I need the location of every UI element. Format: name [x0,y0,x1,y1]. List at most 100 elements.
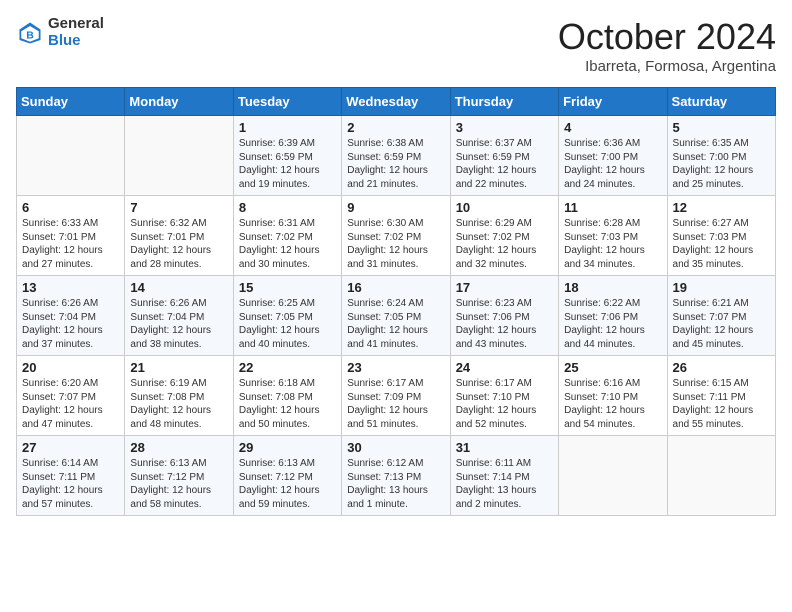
day-number: 31 [456,440,553,455]
month-title: October 2024 [558,16,776,58]
calendar-cell: 24 Sunrise: 6:17 AM Sunset: 7:10 PM Dayli… [450,356,558,436]
weekday-header-wednesday: Wednesday [342,88,450,116]
calendar-cell: 3 Sunrise: 6:37 AM Sunset: 6:59 PM Daylig… [450,116,558,196]
calendar-cell: 5Sunrise: 6:35 AM Sunset: 7:00 PM Daylig… [667,116,775,196]
day-info: Sunrise: 6:23 AM Sunset: 7:06 PM Dayligh… [456,297,553,351]
page-header: B General Blue October 2024 Ibarreta, Fo… [16,16,776,75]
calendar-cell: 15 Sunrise: 6:25 AM Sunset: 7:05 PM Dayli… [233,276,341,356]
calendar-cell: 11 Sunrise: 6:28 AM Sunset: 7:03 PM Dayli… [559,196,667,276]
calendar-cell: 18 Sunrise: 6:22 AM Sunset: 7:06 PM Dayli… [559,276,667,356]
weekday-header-sunday: Sunday [17,88,125,116]
calendar-cell: 16 Sunrise: 6:24 AM Sunset: 7:05 PM Dayli… [342,276,450,356]
day-number: 4 [564,120,661,135]
day-info: Sunrise: 6:25 AM Sunset: 7:05 PM Dayligh… [239,297,336,351]
calendar-cell: 22Sunrise: 6:18 AM Sunset: 7:08 PM Dayli… [233,356,341,436]
day-number: 6 [22,200,119,215]
day-number: 25 [564,360,661,375]
day-info: Sunrise: 6:13 AM Sunset: 7:12 PM Dayligh… [239,457,336,511]
calendar-cell: 25 Sunrise: 6:16 AM Sunset: 7:10 PM Dayli… [559,356,667,436]
calendar-cell: 12 Sunrise: 6:27 AM Sunset: 7:03 PM Dayli… [667,196,775,276]
day-number: 9 [347,200,444,215]
day-number: 2 [347,120,444,135]
day-number: 16 [347,280,444,295]
calendar-cell: 28 Sunrise: 6:13 AM Sunset: 7:12 PM Dayli… [125,436,233,516]
calendar-cell: 29 Sunrise: 6:13 AM Sunset: 7:12 PM Dayli… [233,436,341,516]
day-info: Sunrise: 6:11 AM Sunset: 7:14 PM Dayligh… [456,457,553,511]
calendar-cell: 14 Sunrise: 6:26 AM Sunset: 7:04 PM Dayli… [125,276,233,356]
day-number: 23 [347,360,444,375]
calendar-cell: 10Sunrise: 6:29 AM Sunset: 7:02 PM Dayli… [450,196,558,276]
day-info: Sunrise: 6:21 AM Sunset: 7:07 PM Dayligh… [673,297,770,351]
day-info: Sunrise: 6:17 AM Sunset: 7:10 PM Dayligh… [456,377,553,431]
day-info: Sunrise: 6:24 AM Sunset: 7:05 PM Dayligh… [347,297,444,351]
calendar-cell: 31 Sunrise: 6:11 AM Sunset: 7:14 PM Dayli… [450,436,558,516]
day-info: Sunrise: 6:15 AM Sunset: 7:11 PM Dayligh… [673,377,770,431]
calendar-cell: 6 Sunrise: 6:33 AM Sunset: 7:01 PM Daylig… [17,196,125,276]
weekday-header-saturday: Saturday [667,88,775,116]
day-number: 1 [239,120,336,135]
logo-blue: Blue [48,32,81,49]
day-number: 22 [239,360,336,375]
day-number: 27 [22,440,119,455]
day-info: Sunrise: 6:32 AM Sunset: 7:01 PM Dayligh… [130,217,227,271]
day-number: 28 [130,440,227,455]
day-info: Sunrise: 6:13 AM Sunset: 7:12 PM Dayligh… [130,457,227,511]
day-info: Sunrise: 6:14 AM Sunset: 7:11 PM Dayligh… [22,457,119,511]
calendar-cell: 19 Sunrise: 6:21 AM Sunset: 7:07 PM Dayli… [667,276,775,356]
day-number: 19 [673,280,770,295]
calendar-cell [559,436,667,516]
weekday-header-friday: Friday [559,88,667,116]
day-info: Sunrise: 6:17 AM Sunset: 7:09 PM Dayligh… [347,377,444,431]
day-info: Sunrise: 6:37 AM Sunset: 6:59 PM Dayligh… [456,137,553,191]
day-info: Sunrise: 6:26 AM Sunset: 7:04 PM Dayligh… [22,297,119,351]
day-number: 29 [239,440,336,455]
day-number: 20 [22,360,119,375]
logo-general: General [48,15,104,32]
day-number: 13 [22,280,119,295]
day-info: Sunrise: 6:16 AM Sunset: 7:10 PM Dayligh… [564,377,661,431]
day-info: Sunrise: 6:26 AM Sunset: 7:04 PM Dayligh… [130,297,227,351]
calendar-cell: 26Sunrise: 6:15 AM Sunset: 7:11 PM Dayli… [667,356,775,436]
weekday-header-thursday: Thursday [450,88,558,116]
calendar-cell: 20 Sunrise: 6:20 AM Sunset: 7:07 PM Dayli… [17,356,125,436]
day-number: 8 [239,200,336,215]
day-number: 21 [130,360,227,375]
day-info: Sunrise: 6:20 AM Sunset: 7:07 PM Dayligh… [22,377,119,431]
day-number: 14 [130,280,227,295]
title-block: October 2024 Ibarreta, Formosa, Argentin… [558,16,776,75]
day-number: 30 [347,440,444,455]
calendar-table: SundayMondayTuesdayWednesdayThursdayFrid… [16,87,776,516]
day-info: Sunrise: 6:39 AM Sunset: 6:59 PM Dayligh… [239,137,336,191]
day-number: 7 [130,200,227,215]
day-info: Sunrise: 6:31 AM Sunset: 7:02 PM Dayligh… [239,217,336,271]
day-info: Sunrise: 6:12 AM Sunset: 7:13 PM Dayligh… [347,457,444,511]
calendar-cell: 21 Sunrise: 6:19 AM Sunset: 7:08 PM Dayli… [125,356,233,436]
calendar-cell: 7 Sunrise: 6:32 AM Sunset: 7:01 PM Daylig… [125,196,233,276]
day-info: Sunrise: 6:30 AM Sunset: 7:02 PM Dayligh… [347,217,444,271]
weekday-header-tuesday: Tuesday [233,88,341,116]
day-number: 15 [239,280,336,295]
calendar-cell: 13 Sunrise: 6:26 AM Sunset: 7:04 PM Dayli… [17,276,125,356]
day-number: 3 [456,120,553,135]
day-info: Sunrise: 6:22 AM Sunset: 7:06 PM Dayligh… [564,297,661,351]
day-number: 18 [564,280,661,295]
calendar-cell: 27 Sunrise: 6:14 AM Sunset: 7:11 PM Dayli… [17,436,125,516]
day-info: Sunrise: 6:33 AM Sunset: 7:01 PM Dayligh… [22,217,119,271]
day-number: 24 [456,360,553,375]
calendar-cell: 1 Sunrise: 6:39 AM Sunset: 6:59 PM Daylig… [233,116,341,196]
day-number: 11 [564,200,661,215]
calendar-cell: 30 Sunrise: 6:12 AM Sunset: 7:13 PM Dayli… [342,436,450,516]
day-info: Sunrise: 6:19 AM Sunset: 7:08 PM Dayligh… [130,377,227,431]
day-info: Sunrise: 6:27 AM Sunset: 7:03 PM Dayligh… [673,217,770,271]
day-number: 17 [456,280,553,295]
calendar-cell: 2Sunrise: 6:38 AM Sunset: 6:59 PM Daylig… [342,116,450,196]
day-number: 12 [673,200,770,215]
day-number: 5 [673,120,770,135]
calendar-cell: 4 Sunrise: 6:36 AM Sunset: 7:00 PM Daylig… [559,116,667,196]
calendar-cell [125,116,233,196]
calendar-cell: 23 Sunrise: 6:17 AM Sunset: 7:09 PM Dayli… [342,356,450,436]
day-info: Sunrise: 6:36 AM Sunset: 7:00 PM Dayligh… [564,137,661,191]
day-info: Sunrise: 6:28 AM Sunset: 7:03 PM Dayligh… [564,217,661,271]
calendar-cell [17,116,125,196]
generalblue-logo-icon: B [16,19,44,47]
